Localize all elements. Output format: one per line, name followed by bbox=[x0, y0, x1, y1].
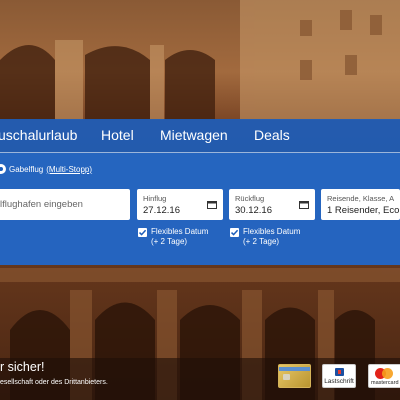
flexible-date-label: Flexibles Datum bbox=[243, 227, 301, 236]
flexible-date-range: (+ 2 Tage) bbox=[243, 237, 280, 246]
mastercard-icon: mastercard bbox=[368, 364, 400, 388]
tab-hotel[interactable]: Hotel bbox=[101, 127, 134, 143]
calendar-icon[interactable] bbox=[299, 200, 309, 209]
trip-type-link[interactable]: (Multi-Stopp) bbox=[46, 165, 92, 174]
flexible-date-range: (+ 2 Tage) bbox=[151, 237, 188, 246]
origin-airport-placeholder: lflughafen eingeben bbox=[0, 199, 83, 210]
travellers-class-field[interactable]: Reisende, Klasse, A 1 Reisender, Eco bbox=[321, 189, 400, 220]
return-date-field[interactable]: Rückflug 30.12.16 bbox=[229, 189, 315, 220]
tab-pauschalurlaub[interactable]: uschalurlaub bbox=[0, 127, 77, 143]
search-panel: uschalurlaub Hotel Mietwagen Deals Gabel… bbox=[0, 119, 400, 265]
return-date-value: 30.12.16 bbox=[235, 205, 272, 216]
outbound-date-value: 27.12.16 bbox=[143, 205, 180, 216]
secure-title: r sicher! bbox=[0, 360, 45, 374]
travellers-class-value: 1 Reisender, Eco bbox=[327, 205, 400, 216]
flexible-date-label: Flexibles Datum bbox=[151, 227, 209, 236]
secure-subtitle: esellschaft oder des Drittanbieters. bbox=[0, 379, 108, 386]
lastschrift-label: Lastschrift bbox=[324, 378, 354, 385]
travellers-class-label: Reisende, Klasse, A bbox=[327, 194, 395, 203]
flexible-date-return[interactable]: Flexibles Datum (+ 2 Tage) bbox=[230, 227, 300, 247]
outbound-date-label: Hinflug bbox=[143, 194, 167, 203]
outbound-date-field[interactable]: Hinflug 27.12.16 bbox=[137, 189, 223, 220]
tab-deals[interactable]: Deals bbox=[254, 127, 290, 143]
tab-mietwagen[interactable]: Mietwagen bbox=[160, 127, 228, 143]
checkbox-checked-icon[interactable] bbox=[230, 228, 239, 237]
secure-payment-strip: r sicher! esellschaft oder des Drittanbi… bbox=[0, 358, 400, 400]
trip-type-multistop[interactable]: Gabelflug (Multi-Stopp) bbox=[0, 164, 92, 174]
checkbox-checked-icon[interactable] bbox=[138, 228, 147, 237]
trip-type-label: Gabelflug bbox=[9, 164, 44, 174]
product-tabs: uschalurlaub Hotel Mietwagen Deals bbox=[0, 119, 400, 153]
credit-card-icon bbox=[278, 364, 311, 388]
return-date-label: Rückflug bbox=[235, 194, 265, 203]
mastercard-label: mastercard bbox=[371, 380, 399, 386]
calendar-icon[interactable] bbox=[207, 200, 217, 209]
lastschrift-icon: Lastschrift bbox=[322, 364, 356, 388]
origin-airport-field[interactable]: lflughafen eingeben bbox=[0, 189, 130, 220]
flexible-date-outbound[interactable]: Flexibles Datum (+ 2 Tage) bbox=[138, 227, 208, 247]
radio-selected-icon[interactable] bbox=[0, 164, 6, 174]
